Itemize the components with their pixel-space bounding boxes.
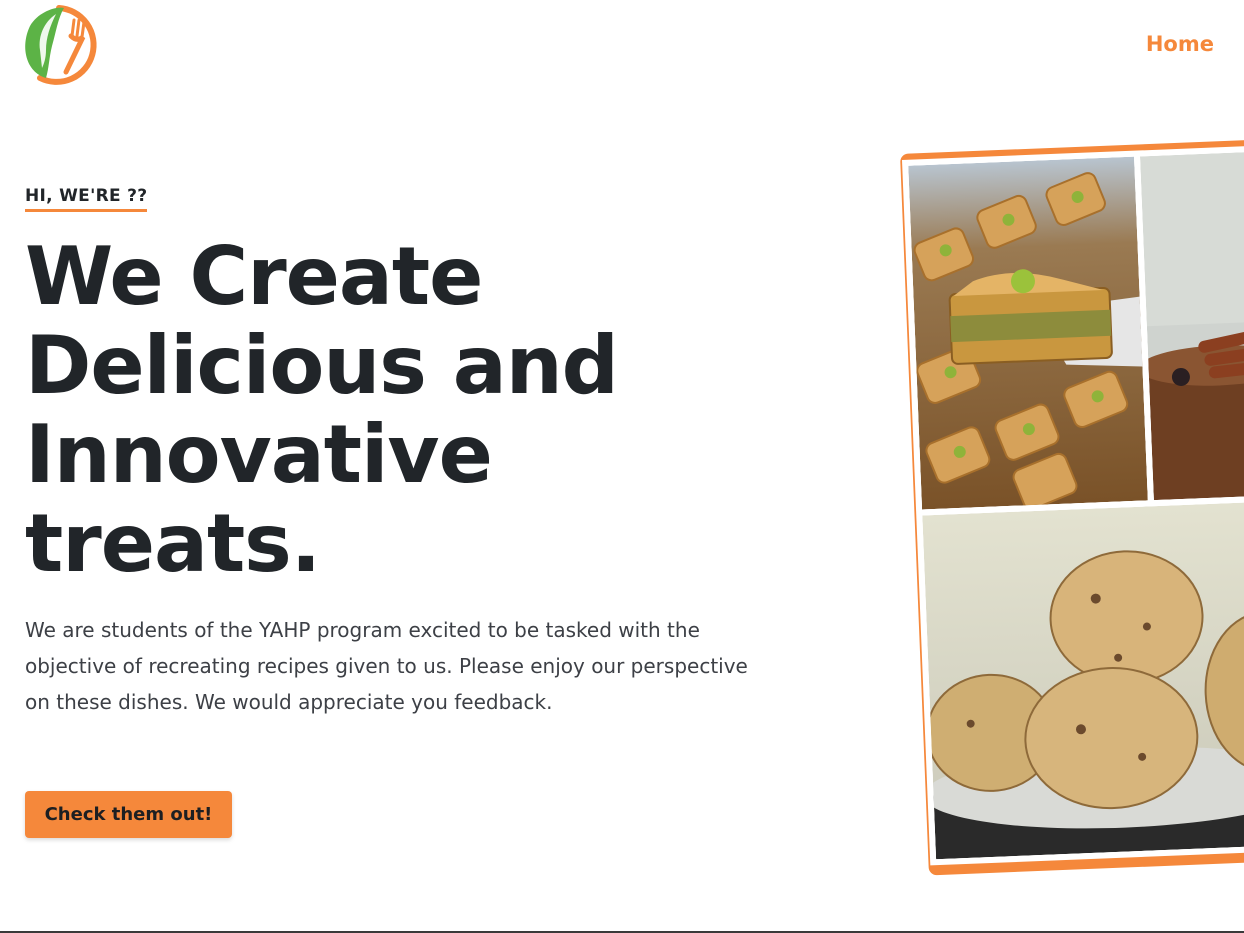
hero-description: We are students of the YAHP program exci… <box>25 618 748 714</box>
headline-line: treats. <box>25 497 321 590</box>
hero-eyebrow: HI, WE'RE ?? <box>25 186 148 212</box>
leaf-fork-logo-icon[interactable] <box>16 2 102 88</box>
headline-line: Innovative <box>25 408 493 501</box>
photo-collage <box>888 138 1244 888</box>
hero-section: HI, WE'RE ?? We Create Delicious and Inn… <box>25 186 765 720</box>
hero-headline: We Create Delicious and Innovative treat… <box>25 232 765 588</box>
collage-photos <box>902 145 1244 866</box>
muffins-photo <box>922 500 1244 860</box>
baklava-photo <box>908 156 1148 510</box>
headline-line: Delicious and <box>25 319 619 412</box>
headline-line: We Create <box>25 230 483 323</box>
cinnamon-photo <box>1140 150 1244 501</box>
nav-home-link[interactable]: Home <box>1146 32 1214 56</box>
check-them-out-button[interactable]: Check them out! <box>25 791 232 838</box>
